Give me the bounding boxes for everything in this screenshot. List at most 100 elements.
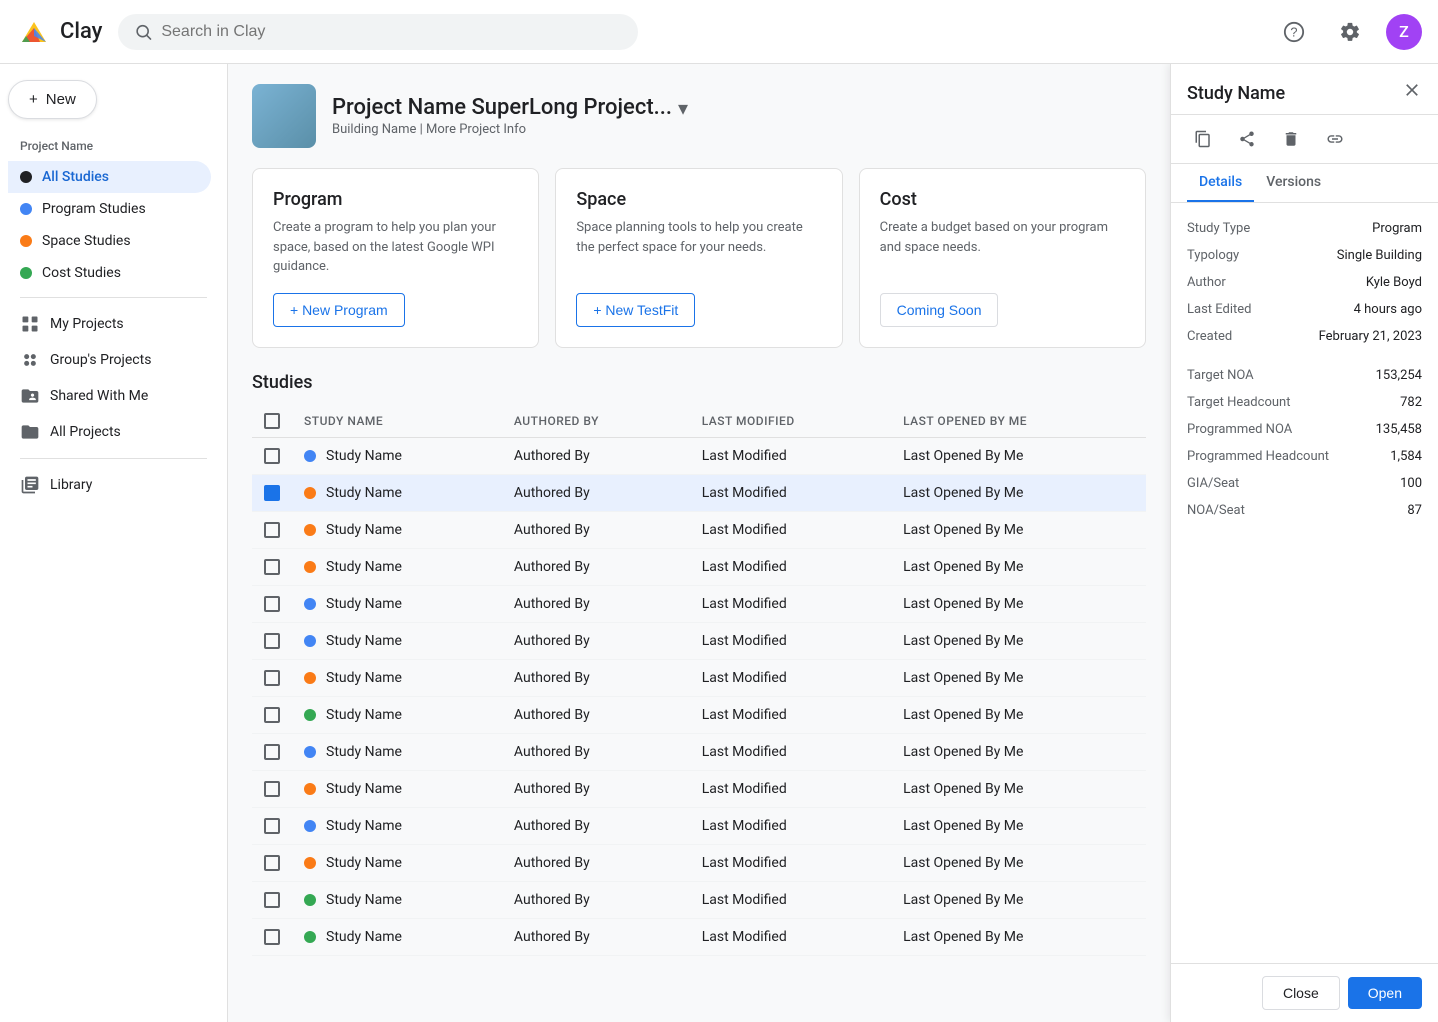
table-row[interactable]: Study Name Authored By Last Modified Las… — [252, 585, 1146, 622]
study-name: Study Name — [326, 781, 402, 797]
table-row[interactable]: Study Name Authored By Last Modified Las… — [252, 548, 1146, 585]
new-button[interactable]: + New — [8, 80, 97, 119]
sidebar-item-program-studies[interactable]: Program Studies — [8, 193, 211, 225]
last-opened-cell: Last Opened By Me — [891, 511, 1146, 548]
search-bar[interactable] — [118, 14, 638, 50]
new-testfit-button[interactable]: + New TestFit — [576, 293, 695, 327]
settings-button[interactable] — [1330, 12, 1370, 52]
study-name-cell: Study Name — [292, 733, 502, 770]
row-checkbox[interactable] — [264, 522, 280, 538]
copy-button[interactable] — [1187, 123, 1219, 155]
versions-tab[interactable]: Versions — [1254, 164, 1333, 202]
last-modified-cell: Last Modified — [690, 844, 891, 881]
table-row[interactable]: Study Name Authored By Last Modified Las… — [252, 696, 1146, 733]
sidebar-divider — [20, 297, 207, 298]
select-all-checkbox[interactable] — [264, 413, 280, 429]
table-row[interactable]: Study Name Authored By Last Modified Las… — [252, 622, 1146, 659]
row-checkbox[interactable] — [264, 781, 280, 797]
authored-by-cell: Authored By — [502, 733, 690, 770]
row-checkbox[interactable] — [264, 596, 280, 612]
row-checkbox[interactable] — [264, 744, 280, 760]
library-icon — [20, 475, 40, 495]
row-checkbox[interactable] — [264, 559, 280, 575]
table-row[interactable]: Study Name Authored By Last Modified Las… — [252, 474, 1146, 511]
row-checkbox-cell — [252, 881, 292, 918]
row-checkbox-cell — [252, 696, 292, 733]
table-row[interactable]: Study Name Authored By Last Modified Las… — [252, 844, 1146, 881]
table-row[interactable]: Study Name Authored By Last Modified Las… — [252, 733, 1146, 770]
study-type-dot — [304, 524, 316, 536]
table-row[interactable]: Study Name Authored By Last Modified Las… — [252, 437, 1146, 474]
study-type-dot — [304, 561, 316, 573]
row-checkbox[interactable] — [264, 818, 280, 834]
sidebar-item-library[interactable]: Library — [8, 467, 211, 503]
new-program-button[interactable]: + New Program — [273, 293, 405, 327]
last-modified-col-header: LAST MODIFIED — [690, 405, 891, 438]
study-type-dot — [304, 450, 316, 462]
row-checkbox[interactable] — [264, 855, 280, 871]
detail-value: Kyle Boyd — [1366, 275, 1422, 290]
all-studies-dot — [20, 171, 32, 183]
panel-close-action-button[interactable]: Close — [1262, 976, 1340, 1010]
sidebar-divider-2 — [20, 458, 207, 459]
row-checkbox[interactable] — [264, 892, 280, 908]
detail-row: CreatedFebruary 21, 2023 — [1187, 323, 1422, 350]
last-opened-cell: Last Opened By Me — [891, 548, 1146, 585]
row-checkbox[interactable] — [264, 448, 280, 464]
panel-actions — [1171, 115, 1438, 164]
details-tab[interactable]: Details — [1187, 164, 1254, 202]
panel-body: Study TypeProgramTypologySingle Building… — [1171, 203, 1438, 963]
panel-footer: Close Open — [1171, 963, 1438, 1022]
avatar[interactable]: Z — [1386, 14, 1422, 50]
table-row[interactable]: Study Name Authored By Last Modified Las… — [252, 807, 1146, 844]
sidebar-item-all-projects[interactable]: All Projects — [8, 414, 211, 450]
table-row[interactable]: Study Name Authored By Last Modified Las… — [252, 918, 1146, 955]
coming-soon-button[interactable]: Coming Soon — [880, 293, 999, 327]
metric-label: GIA/Seat — [1187, 476, 1239, 491]
detail-value: Program — [1372, 221, 1422, 236]
detail-value: 4 hours ago — [1354, 302, 1422, 317]
top-bar: Clay ? Z — [0, 0, 1438, 64]
row-checkbox[interactable] — [264, 633, 280, 649]
sidebar-item-my-projects[interactable]: My Projects — [8, 306, 211, 342]
table-row[interactable]: Study Name Authored By Last Modified Las… — [252, 770, 1146, 807]
authored-by-cell: Authored By — [502, 437, 690, 474]
table-row[interactable]: Study Name Authored By Last Modified Las… — [252, 659, 1146, 696]
last-modified-cell: Last Modified — [690, 622, 891, 659]
detail-label: Typology — [1187, 248, 1239, 263]
search-input[interactable] — [161, 23, 622, 41]
sidebar-item-all-studies[interactable]: All Studies — [8, 161, 211, 193]
row-checkbox[interactable] — [264, 485, 280, 501]
sidebar-item-space-studies[interactable]: Space Studies — [8, 225, 211, 257]
table-row[interactable]: Study Name Authored By Last Modified Las… — [252, 881, 1146, 918]
metric-label: Programmed NOA — [1187, 422, 1292, 437]
sidebar-item-shared-with-me[interactable]: Shared With Me — [8, 378, 211, 414]
trash-icon — [1282, 130, 1300, 148]
project-info: Project Name SuperLong Project... ▾ Buil… — [332, 95, 688, 137]
all-projects-label: All Projects — [50, 424, 121, 440]
help-button[interactable]: ? — [1274, 12, 1314, 52]
last-modified-cell: Last Modified — [690, 881, 891, 918]
row-checkbox[interactable] — [264, 929, 280, 945]
panel-close-button[interactable] — [1402, 80, 1422, 106]
last-opened-col-header: LAST OPENED BY ME — [891, 405, 1146, 438]
space-card-title: Space — [576, 189, 821, 210]
row-checkbox[interactable] — [264, 707, 280, 723]
row-checkbox-cell — [252, 918, 292, 955]
study-name: Study Name — [326, 559, 402, 575]
sidebar-item-cost-studies[interactable]: Cost Studies — [8, 257, 211, 289]
study-name-cell: Study Name — [292, 622, 502, 659]
panel-open-button[interactable]: Open — [1348, 977, 1422, 1009]
project-title-text: Project Name SuperLong Project... — [332, 95, 672, 120]
row-checkbox-cell — [252, 659, 292, 696]
row-checkbox[interactable] — [264, 670, 280, 686]
study-name: Study Name — [326, 929, 402, 945]
link-button[interactable] — [1319, 123, 1351, 155]
sidebar-item-groups-projects[interactable]: Group's Projects — [8, 342, 211, 378]
study-type-dot — [304, 783, 316, 795]
share-button[interactable] — [1231, 123, 1263, 155]
new-button-label: New — [46, 91, 76, 108]
chevron-down-icon[interactable]: ▾ — [678, 96, 688, 120]
delete-button[interactable] — [1275, 123, 1307, 155]
table-row[interactable]: Study Name Authored By Last Modified Las… — [252, 511, 1146, 548]
